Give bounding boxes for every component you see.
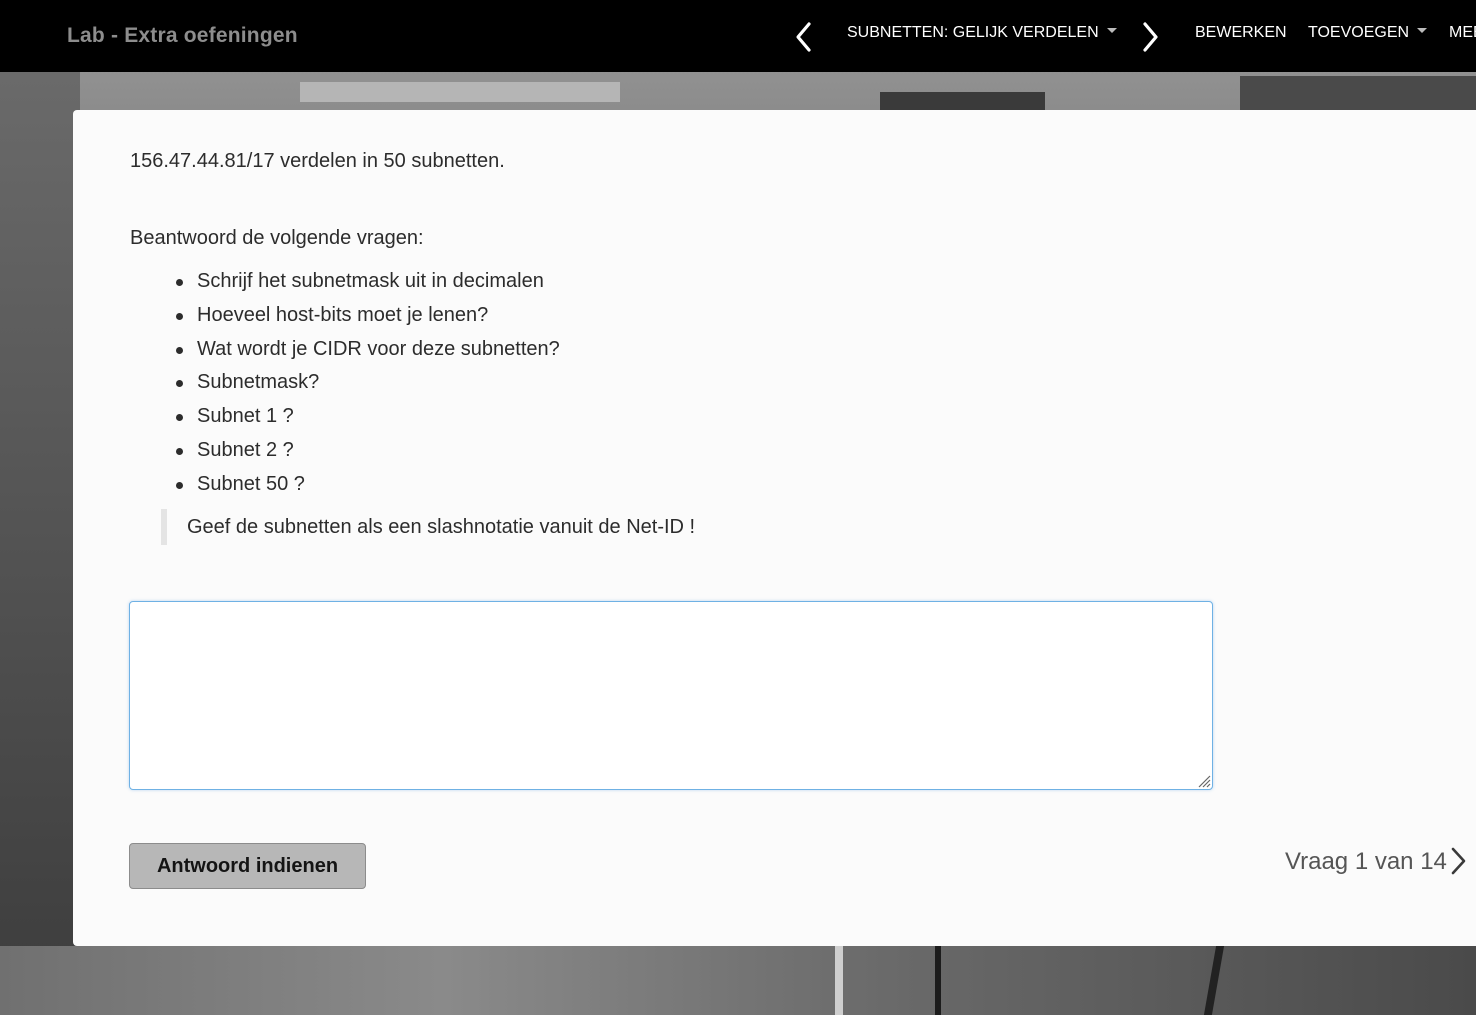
next-question-button[interactable] xyxy=(1449,846,1469,876)
previous-section-button[interactable] xyxy=(790,20,818,54)
submit-answer-button[interactable]: Antwoord indienen xyxy=(129,843,366,889)
bullet-icon xyxy=(176,447,183,455)
question-text: Schrijf het subnetmask uit in decimalen xyxy=(197,270,544,292)
question-text: Subnet 50 ? xyxy=(197,472,305,495)
exercise-card: 156.47.44.81/17 verdelen in 50 subnetten… xyxy=(73,110,1476,946)
list-item: Subnet 2 ? xyxy=(176,434,560,468)
hint-text: Geef de subnetten als een slashnotatie v… xyxy=(187,516,696,538)
answer-textarea[interactable] xyxy=(129,601,1213,790)
list-item: Subnet 50 ? xyxy=(176,468,560,502)
add-dropdown[interactable]: TOEVOEGEN xyxy=(1308,24,1428,42)
caret-down-icon xyxy=(1417,28,1428,34)
hint-blockquote: Geef de subnetten als een slashnotatie v… xyxy=(161,509,695,545)
question-list: Schrijf het subnetmask uit in decimalen … xyxy=(130,265,560,502)
list-item: Subnetmask? xyxy=(176,366,560,400)
exercise-lead: Beantwoord de volgende vragen: xyxy=(130,227,424,249)
question-text: Hoeveel host-bits moet je lenen? xyxy=(197,303,489,326)
chevron-left-icon xyxy=(796,22,811,52)
site-brand[interactable]: Lab - Extra oefeningen xyxy=(67,24,298,48)
list-item: Subnet 1 ? xyxy=(176,400,560,434)
exercise-intro: 156.47.44.81/17 verdelen in 50 subnetten… xyxy=(130,150,505,172)
caret-down-icon xyxy=(1106,28,1117,34)
add-dropdown-label: TOEVOEGEN xyxy=(1308,24,1410,41)
question-text: Subnetmask? xyxy=(197,371,320,394)
bullet-icon xyxy=(176,414,183,422)
top-navbar: Lab - Extra oefeningen SUBNETTEN: GELIJK… xyxy=(0,0,1476,72)
edit-menu[interactable]: BEWERKEN xyxy=(1195,24,1287,42)
bullet-icon xyxy=(176,312,183,320)
list-item: Schrijf het subnetmask uit in decimalen xyxy=(176,265,560,299)
question-text: Subnet 2 ? xyxy=(197,438,294,461)
question-counter: Vraag 1 van 14 xyxy=(1285,848,1447,875)
more-menu[interactable]: MEER xyxy=(1449,24,1476,42)
next-section-button[interactable] xyxy=(1136,20,1164,54)
section-dropdown-label: SUBNETTEN: GELIJK VERDELEN xyxy=(847,24,1099,41)
bullet-icon xyxy=(176,346,183,354)
list-item: Hoeveel host-bits moet je lenen? xyxy=(176,299,560,333)
question-text: Subnet 1 ? xyxy=(197,405,294,428)
bullet-icon xyxy=(176,380,183,388)
section-dropdown[interactable]: SUBNETTEN: GELIJK VERDELEN xyxy=(847,24,1117,42)
bullet-icon xyxy=(176,279,183,286)
question-text: Wat wordt je CIDR voor deze subnetten? xyxy=(197,337,560,360)
chevron-right-icon xyxy=(1143,22,1158,52)
list-item: Wat wordt je CIDR voor deze subnetten? xyxy=(176,333,560,367)
chevron-right-icon xyxy=(1451,847,1466,875)
bullet-icon xyxy=(176,481,183,489)
